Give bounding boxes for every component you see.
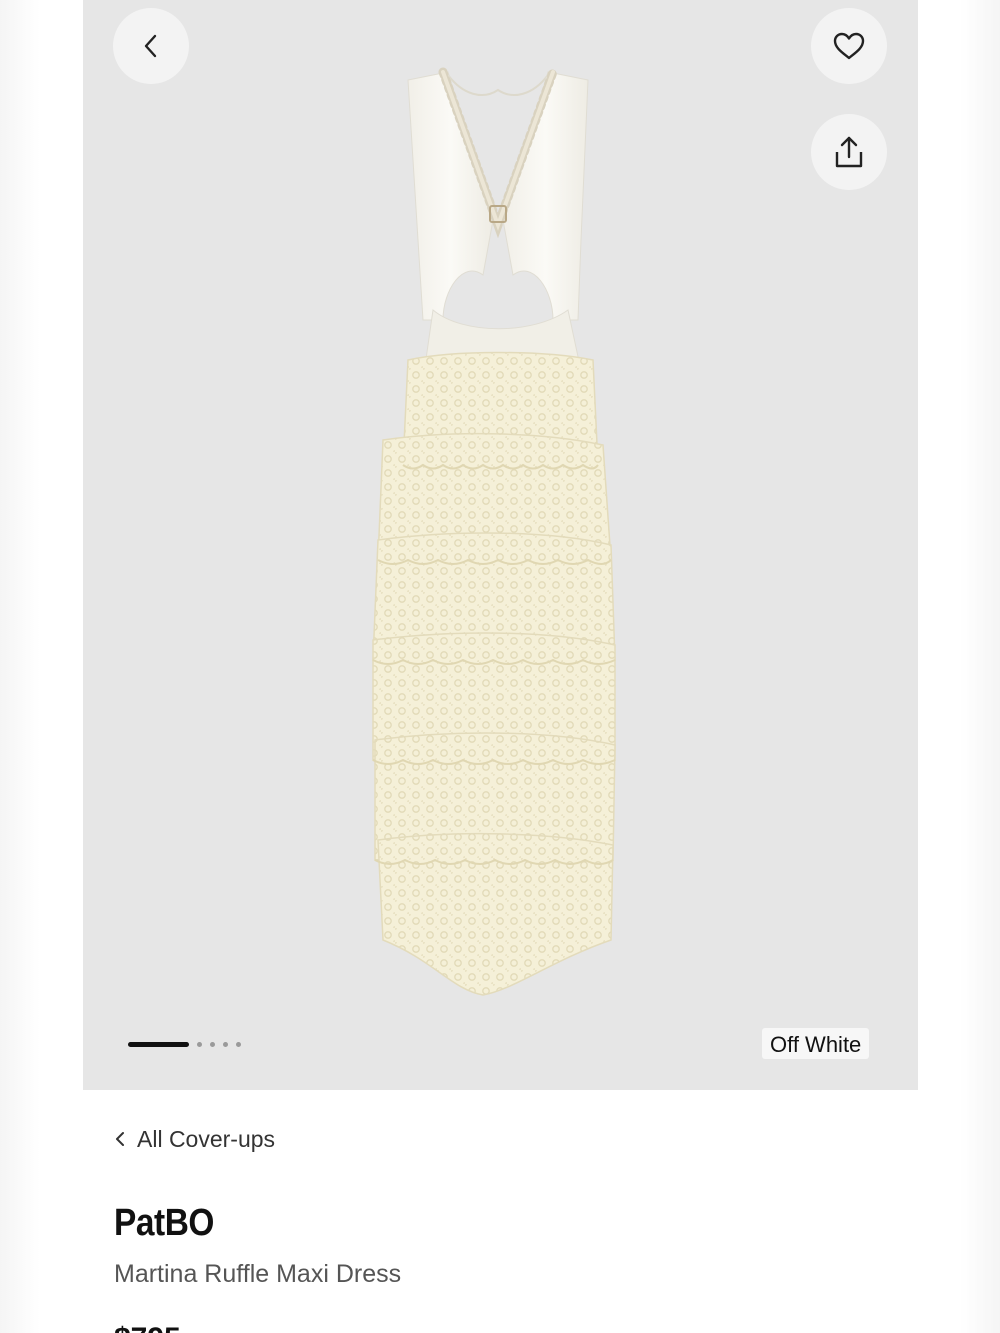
product-price: $795 (114, 1322, 181, 1333)
breadcrumb-label[interactable]: All Cover-ups (137, 1126, 275, 1153)
favorite-button[interactable] (811, 8, 887, 84)
page: Off White All Cover-ups PatBO Martina Ru… (0, 0, 1000, 1333)
product-photo-dress[interactable] (353, 60, 643, 1005)
image-pagination-dots[interactable] (128, 1040, 244, 1048)
color-label: Off White (762, 1028, 870, 1059)
brand-name[interactable]: PatBO (114, 1202, 214, 1245)
pagination-dot[interactable] (197, 1041, 202, 1047)
product-detail-screen: Off White All Cover-ups PatBO Martina Ru… (83, 0, 918, 1333)
pagination-dot-active[interactable] (128, 1041, 189, 1047)
share-upload-icon (833, 135, 865, 169)
pagination-dot[interactable] (210, 1041, 215, 1047)
chevron-left-icon (140, 33, 162, 59)
pagination-dot[interactable] (236, 1041, 241, 1047)
product-title: Martina Ruffle Maxi Dress (114, 1260, 402, 1288)
dress-illustration (372, 67, 616, 996)
chevron-left-icon (115, 1126, 125, 1153)
product-info-panel: All Cover-ups PatBO Martina Ruffle Maxi … (83, 1090, 918, 1333)
share-button[interactable] (811, 114, 887, 190)
product-image-gallery[interactable]: Off White (83, 0, 918, 1090)
pagination-dot[interactable] (223, 1041, 228, 1047)
breadcrumb[interactable]: All Cover-ups (115, 1126, 275, 1153)
heart-outline-icon (833, 32, 865, 60)
back-button[interactable] (113, 8, 189, 84)
